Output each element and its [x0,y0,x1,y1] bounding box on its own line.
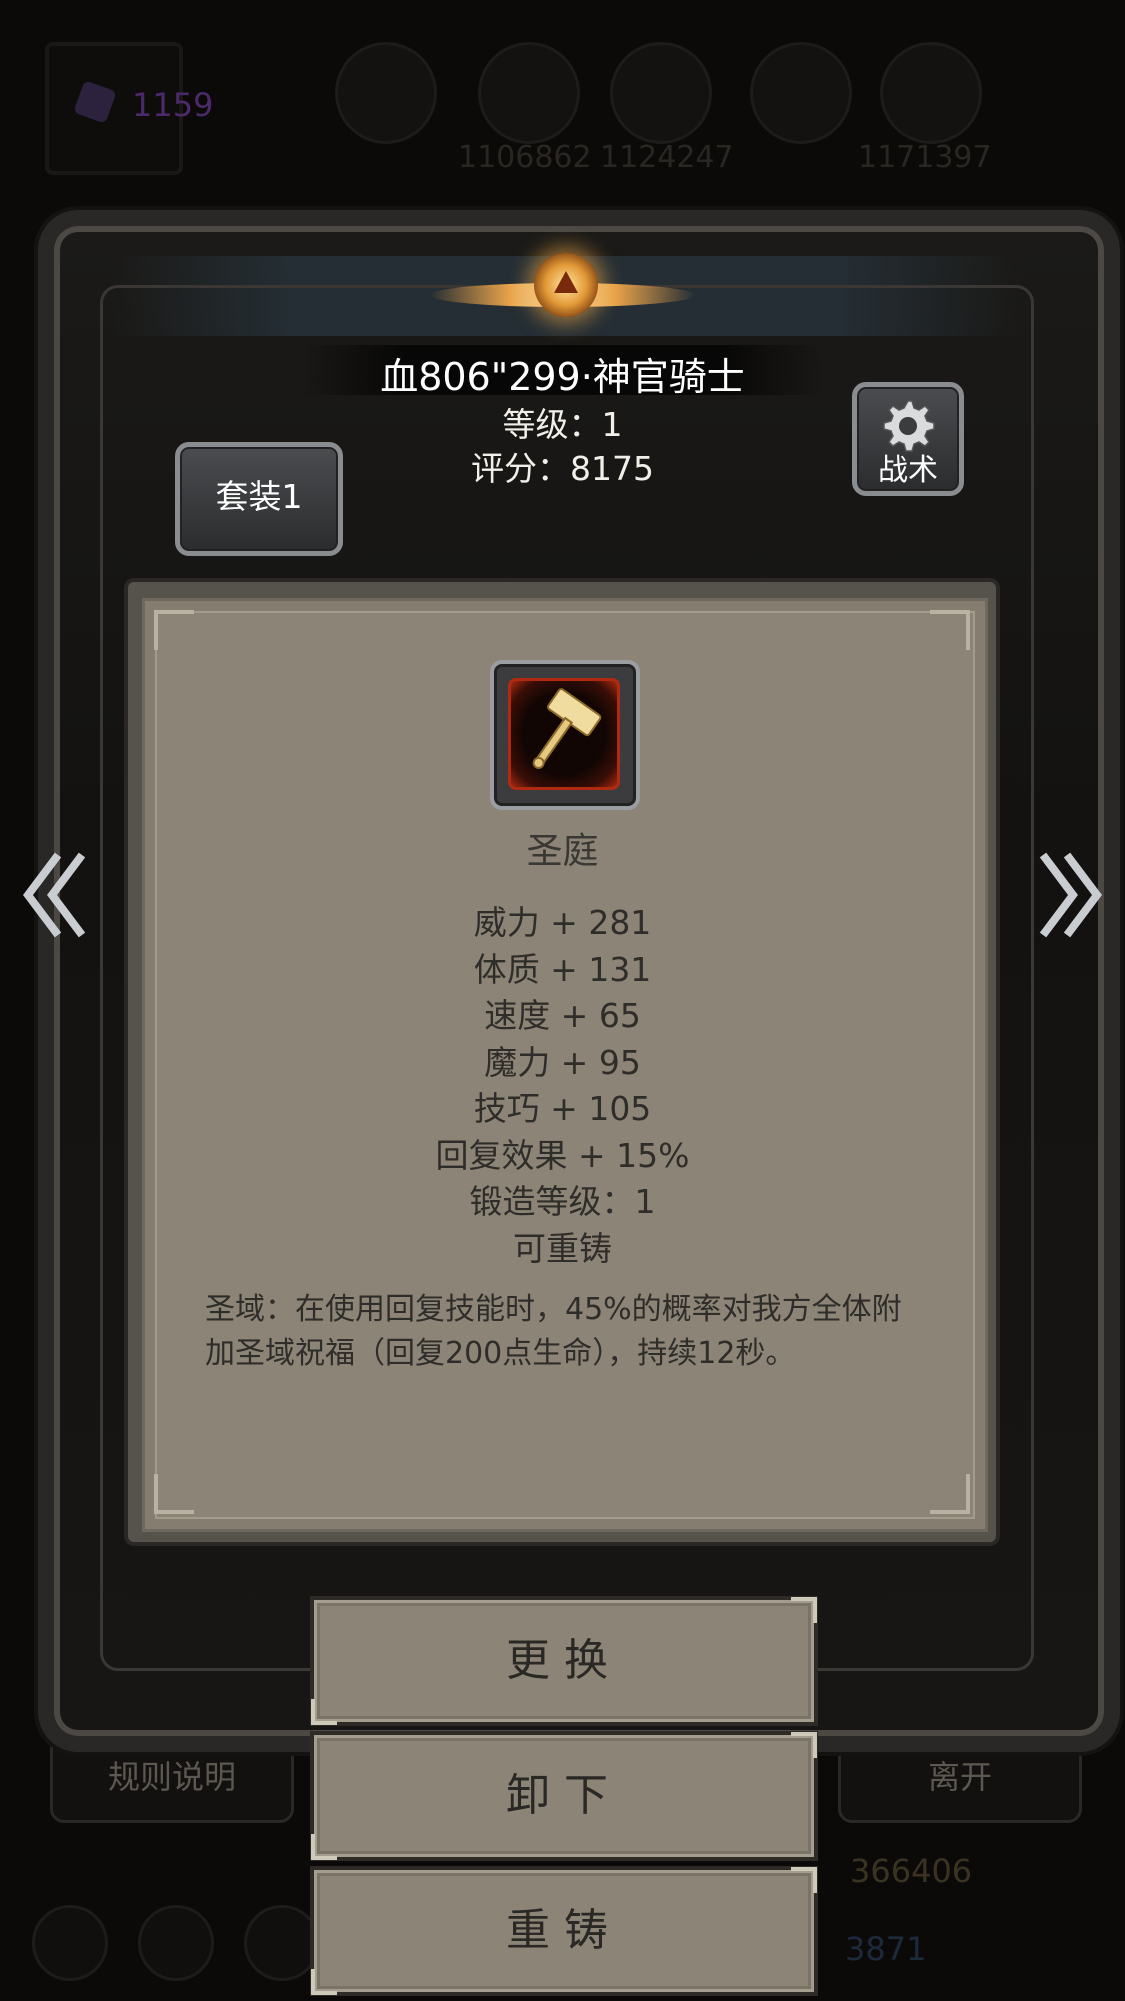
hammer-icon [532,688,602,769]
button-corner-ornament [791,1732,817,1758]
gold-count: 366406 [850,1852,973,1890]
unequip-button[interactable]: 卸下 [311,1732,817,1860]
button-corner-ornament [791,1597,817,1623]
bottom-menu-icon[interactable] [244,1905,320,1981]
bottom-menu-icon[interactable] [32,1905,108,1981]
panel-corner-ornament [930,1474,970,1514]
item-stat: 速度 + 65 [484,996,641,1035]
item-stat: 威力 + 281 [473,903,652,942]
resource-slot [335,42,437,144]
reforge-button-label: 重铸 [506,1905,622,1956]
unequip-button-label: 卸下 [506,1770,622,1821]
item-name: 圣庭 [526,831,599,872]
item-stat: 魔力 + 95 [484,1042,641,1082]
item-stat-list: 威力 + 281 体质 + 131 速度 + 65 魔力 + 95 技巧 + 1… [0,900,1125,1272]
resource-value: 1106862 [458,140,592,175]
panel-corner-ornament [154,610,194,650]
panel-corner-ornament [930,610,970,650]
resource-slot [880,42,982,144]
blue-count: 3871 [845,1930,927,1968]
reforge-button[interactable]: 重铸 [311,1867,817,1995]
item-stat: 体质 + 131 [473,949,652,989]
item-icon-frame [490,660,640,810]
panel-corner-ornament [154,1474,194,1514]
crest-emblem-icon [534,253,598,317]
tactics-label: 战术 [878,453,938,488]
item-stat: 回复效果 + 15% [435,1135,690,1175]
replace-button[interactable]: 更换 [311,1597,817,1725]
item-effect-description: 圣域：在使用回复技能时，45%的概率对我方全体附加圣域祝福（回复200点生命），… [205,1292,902,1371]
resource-slot [478,42,580,144]
item-stat: 锻造等级：1 [469,1182,656,1221]
button-corner-ornament [311,1699,337,1725]
gem-count: 1159 [132,86,214,124]
resource-value: 1124247 [600,140,734,175]
bottom-menu-icon[interactable] [138,1905,214,1981]
tactics-button[interactable]: 战术 [852,382,964,496]
resource-value: 1171397 [858,140,992,175]
button-corner-ornament [791,1867,817,1893]
resource-slot [610,42,712,144]
button-corner-ornament [311,1969,337,1995]
replace-button-label: 更换 [506,1635,622,1686]
item-icon-background [508,678,620,790]
button-corner-ornament [311,1834,337,1860]
resource-slot [750,42,852,144]
equipment-set-button[interactable]: 套装1 [175,442,343,556]
item-stat: 技巧 + 105 [473,1089,652,1128]
item-stat: 可重铸 [513,1228,612,1268]
